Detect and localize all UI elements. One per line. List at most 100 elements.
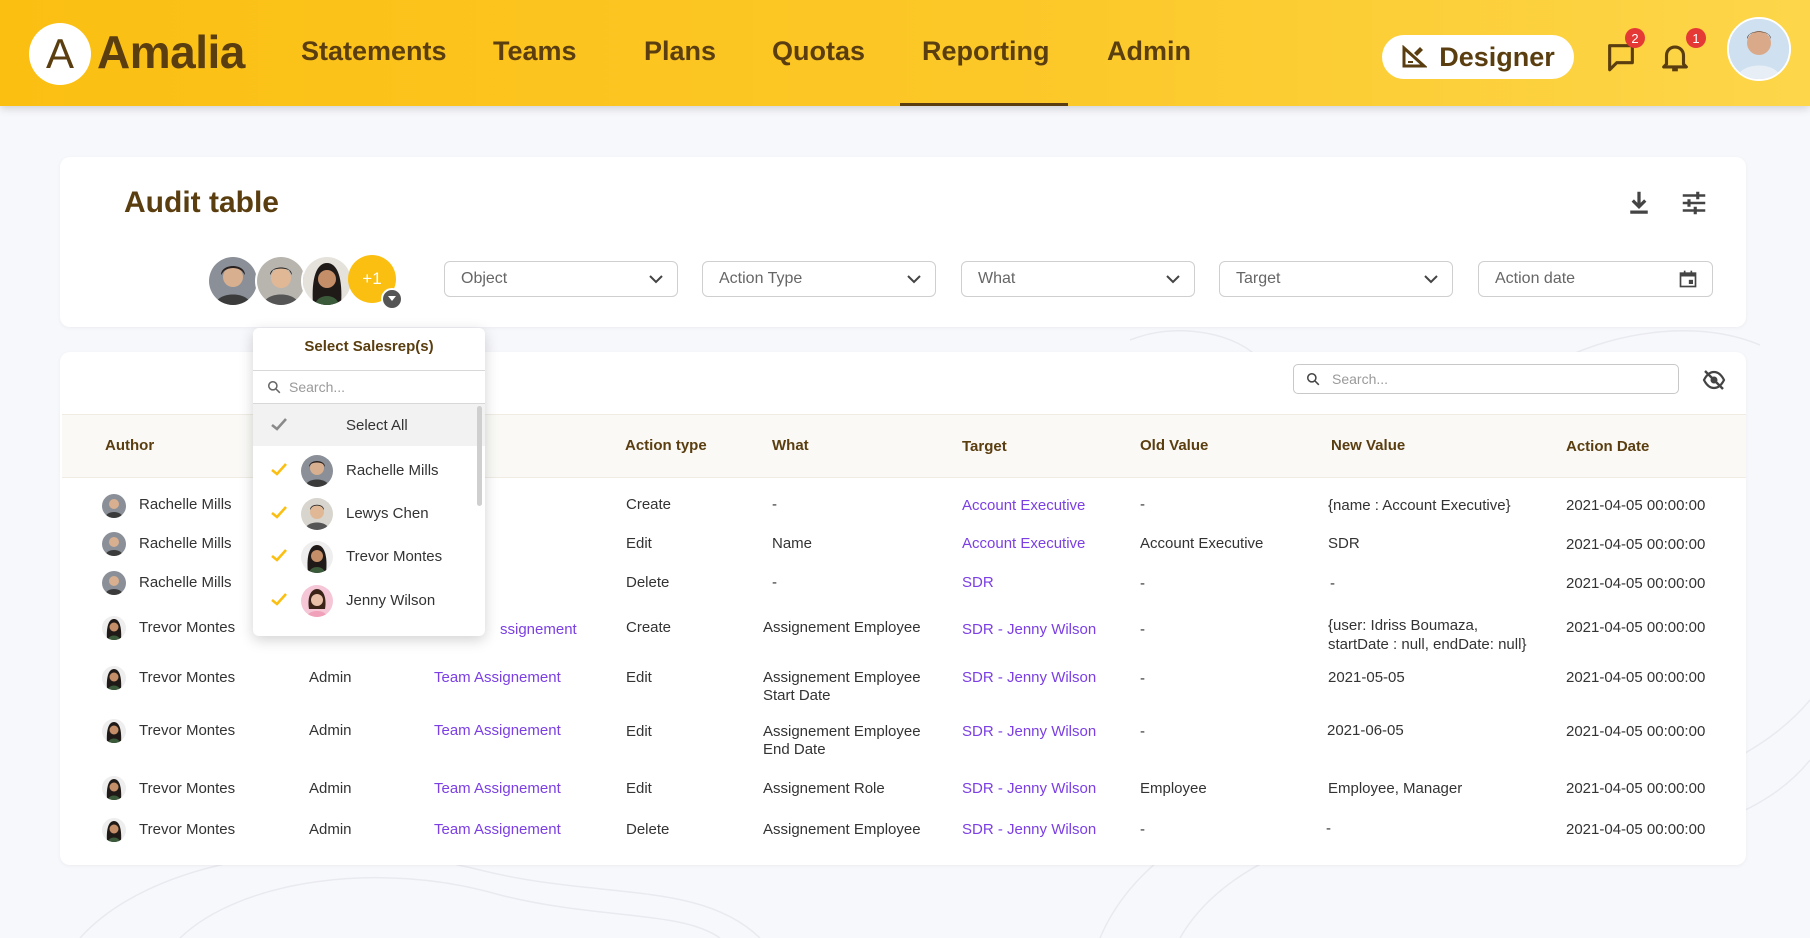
row-action: Edit: [626, 723, 652, 740]
nav-quotas[interactable]: Quotas: [772, 36, 865, 67]
designer-button[interactable]: Designer: [1382, 35, 1574, 79]
salesrep-option[interactable]: Rachelle Mills: [253, 451, 485, 491]
logo-letter: A: [45, 30, 74, 77]
row-object-link[interactable]: Team Assignement: [434, 722, 561, 740]
avatar-photo: [102, 818, 126, 842]
avatar-photo: [102, 719, 126, 743]
row-new-value: -: [1330, 575, 1335, 592]
row-old-value: -: [1140, 723, 1145, 740]
row-new-value: 2021-06-05: [1327, 722, 1404, 739]
action-type-filter[interactable]: Action Type: [702, 261, 936, 297]
row-action: Delete: [626, 821, 670, 838]
row-what-line2: End Date: [763, 741, 826, 758]
row-new-value-line2: startDate : null, endDate: null}: [1328, 636, 1527, 653]
table-search-input[interactable]: Search...: [1293, 364, 1679, 394]
user-avatar[interactable]: [1727, 17, 1791, 81]
row-object-link[interactable]: ssignement: [500, 621, 577, 639]
row-new-value: 2021-05-05: [1328, 669, 1405, 686]
column-header-what[interactable]: What: [772, 437, 809, 454]
avatar-photo: [301, 585, 333, 617]
row-target-link[interactable]: SDR - Jenny Wilson: [962, 723, 1096, 741]
row-old-value: Employee: [1140, 780, 1207, 797]
row-role: Admin: [309, 669, 352, 686]
row-date: 2021-04-05 00:00:00: [1566, 780, 1706, 797]
nav-admin[interactable]: Admin: [1107, 36, 1191, 67]
row-what: Assignement Employee: [763, 619, 921, 636]
row-author: Rachelle Mills: [139, 535, 232, 552]
row-target-link[interactable]: SDR - Jenny Wilson: [962, 780, 1096, 798]
row-object-link[interactable]: Team Assignement: [434, 821, 561, 839]
nav-teams[interactable]: Teams: [493, 36, 577, 67]
hide-columns-eye-off-icon[interactable]: [1700, 368, 1728, 392]
settings-sliders-icon[interactable]: [1678, 188, 1710, 218]
salesrep-avatar[interactable]: [207, 255, 259, 307]
row-object-link[interactable]: Team Assignement: [434, 780, 561, 798]
avatar-photo: [102, 666, 126, 690]
column-header-new-value[interactable]: New Value: [1331, 437, 1405, 454]
row-new-value: SDR: [1328, 535, 1360, 552]
download-icon[interactable]: [1624, 188, 1654, 218]
check-icon: [271, 418, 287, 431]
row-date: 2021-04-05 00:00:00: [1566, 575, 1706, 592]
nav-plans[interactable]: Plans: [644, 36, 716, 67]
row-target-link[interactable]: Account Executive: [962, 497, 1085, 515]
row-target-link[interactable]: SDR - Jenny Wilson: [962, 621, 1096, 639]
salesrep-option-label: Rachelle Mills: [346, 462, 439, 479]
what-filter[interactable]: What: [961, 261, 1195, 297]
search-icon: [1306, 372, 1320, 386]
nav-reporting[interactable]: Reporting: [922, 36, 1050, 67]
author-avatar: [102, 616, 126, 640]
row-old-value: -: [1140, 621, 1145, 638]
row-target-link[interactable]: SDR: [962, 574, 994, 592]
dropdown-scrollbar[interactable]: [477, 406, 482, 506]
row-what: Name: [772, 535, 813, 552]
salesrep-option[interactable]: Trevor Montes: [253, 537, 485, 577]
row-what: -: [772, 496, 777, 513]
app-name[interactable]: Amalia: [97, 25, 245, 79]
author-avatar: [102, 571, 126, 595]
messages-button[interactable]: 2: [1604, 28, 1645, 76]
row-old-value: Account Executive: [1140, 535, 1264, 552]
salesrep-option[interactable]: Jenny Wilson: [253, 581, 485, 621]
salesrep-select-dropdown: Select Salesrep(s) Search... Select All …: [253, 328, 485, 636]
row-target-link[interactable]: SDR - Jenny Wilson: [962, 821, 1096, 839]
check-icon: [271, 463, 287, 476]
author-avatar: [102, 776, 126, 800]
avatar-dropdown-caret[interactable]: [381, 288, 403, 310]
notifications-button[interactable]: 1: [1658, 28, 1706, 76]
row-target-link[interactable]: Account Executive: [962, 535, 1085, 553]
dropdown-search-input[interactable]: Search...: [253, 370, 485, 404]
dropdown-title: Select Salesrep(s): [304, 338, 434, 355]
row-role: Admin: [309, 722, 352, 739]
target-filter[interactable]: Target: [1219, 261, 1453, 297]
salesrep-avatar[interactable]: [255, 255, 307, 307]
salesrep-avatar[interactable]: [301, 255, 353, 307]
row-date: 2021-04-05 00:00:00: [1566, 619, 1706, 636]
select-all-option[interactable]: Select All: [253, 404, 485, 446]
salesrep-option[interactable]: Lewys Chen: [253, 494, 485, 534]
action-date-filter[interactable]: Action date: [1478, 261, 1713, 297]
row-date: 2021-04-05 00:00:00: [1566, 497, 1706, 514]
row-object-link[interactable]: Team Assignement: [434, 669, 561, 687]
row-target-link[interactable]: SDR - Jenny Wilson: [962, 669, 1096, 687]
chevron-down-icon: [1166, 274, 1180, 283]
avatar-photo: [102, 571, 126, 595]
column-header-action-type[interactable]: Action type: [625, 437, 707, 454]
row-date: 2021-04-05 00:00:00: [1566, 821, 1706, 838]
object-filter[interactable]: Object: [444, 261, 678, 297]
search-icon: [267, 380, 281, 394]
nav-statements[interactable]: Statements: [301, 36, 447, 67]
avatar-photo: [102, 616, 126, 640]
column-header-old-value[interactable]: Old Value: [1140, 437, 1208, 454]
column-header-author[interactable]: Author: [105, 437, 154, 454]
salesrep-option-label: Lewys Chen: [346, 505, 429, 522]
avatar-photo: [303, 257, 351, 305]
column-header-action-date[interactable]: Action Date: [1566, 438, 1649, 455]
chevron-down-icon: [907, 274, 921, 283]
app-logo[interactable]: A: [29, 23, 91, 85]
author-avatar: [102, 666, 126, 690]
caret-down-icon: [388, 296, 396, 301]
avatar-photo: [257, 257, 305, 305]
notifications-badge: 1: [1686, 28, 1706, 48]
column-header-target[interactable]: Target: [962, 438, 1007, 455]
